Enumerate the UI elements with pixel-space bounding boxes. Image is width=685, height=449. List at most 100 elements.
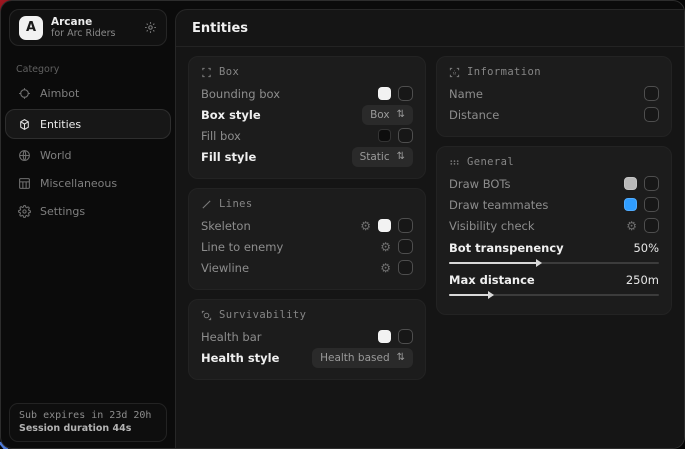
box-card: Box Bounding box Box style xyxy=(188,56,426,179)
fill-box-checkbox[interactable] xyxy=(398,128,413,143)
sidebar-item-settings[interactable]: Settings xyxy=(5,197,171,225)
setting-row-health-bar: Health bar xyxy=(201,326,413,347)
setting-label: Box style xyxy=(201,108,261,122)
sidebar-item-label: Settings xyxy=(40,205,85,218)
survivability-card: Survivability Health bar Health style xyxy=(188,299,426,380)
sidebar-nav: Aimbot Entities World xyxy=(1,79,175,225)
information-card: Information Name Distance xyxy=(436,56,672,137)
information-icon xyxy=(449,67,460,78)
viewline-checkbox[interactable] xyxy=(398,260,413,275)
setting-label: Line to enemy xyxy=(201,240,283,254)
updown-arrows-icon: ⇅ xyxy=(397,109,405,120)
sidebar-item-aimbot[interactable]: Aimbot xyxy=(5,79,171,107)
updown-arrows-icon: ⇅ xyxy=(397,352,405,363)
card-title: Information xyxy=(467,66,541,78)
setting-label: Skeleton xyxy=(201,219,251,233)
health-style-dropdown[interactable]: Health based ⇅ xyxy=(312,348,413,368)
setting-row-bounding-box: Bounding box xyxy=(201,83,413,104)
setting-label: Fill style xyxy=(201,150,256,164)
setting-row-line-to-enemy: Line to enemy ⚙ xyxy=(201,236,413,257)
color-swatch[interactable] xyxy=(624,177,637,190)
sidebar-item-label: Entities xyxy=(40,118,81,131)
draw-teammates-checkbox[interactable] xyxy=(644,197,659,212)
diagonal-line-icon xyxy=(201,199,212,210)
lines-card: Lines Skeleton ⚙ Line to enemy xyxy=(188,188,426,290)
setting-row-draw-teammates: Draw teammates xyxy=(449,194,659,215)
left-column: Box Bounding box Box style xyxy=(188,56,426,380)
setting-label: Bot transpenency xyxy=(449,241,564,255)
color-swatch[interactable] xyxy=(624,198,637,211)
setting-row-draw-bots: Draw BOTs xyxy=(449,173,659,194)
box-brackets-icon xyxy=(201,67,212,78)
crosshair-icon xyxy=(17,87,31,100)
setting-label: Health style xyxy=(201,351,279,365)
sub-expires-text: Sub expires in 23d 20h xyxy=(19,410,157,421)
card-title: Survivability xyxy=(219,309,306,321)
line-to-enemy-checkbox[interactable] xyxy=(398,239,413,254)
skeleton-checkbox[interactable] xyxy=(398,218,413,233)
sidebar-item-miscellaneous[interactable]: Miscellaneous xyxy=(5,169,171,197)
setting-label: Name xyxy=(449,87,483,101)
session-duration-text: Session duration 44s xyxy=(19,423,157,434)
setting-row-distance: Distance xyxy=(449,104,659,125)
gear-icon[interactable]: ⚙ xyxy=(380,262,391,274)
app-window: A Arcane for Arc Riders Category Aimbot xyxy=(0,0,685,449)
card-title: Lines xyxy=(219,198,253,210)
color-swatch[interactable] xyxy=(378,219,391,232)
setting-row-visibility-check: Visibility check ⚙ xyxy=(449,215,659,236)
slider-fill xyxy=(449,294,489,296)
gear-icon[interactable] xyxy=(144,21,157,34)
card-title: Box xyxy=(219,66,239,78)
bot-transparency-slider-block: Bot transpenency 50% xyxy=(449,239,659,264)
gear-icon xyxy=(17,205,31,218)
setting-label: Distance xyxy=(449,108,499,122)
setting-row-fill-box: Fill box xyxy=(201,125,413,146)
setting-row-fill-style: Fill style Static ⇅ xyxy=(201,146,413,167)
sidebar-item-world[interactable]: World xyxy=(5,141,171,169)
main-panel: Entities Box Bounding box xyxy=(175,9,684,448)
dropdown-value: Box xyxy=(370,109,390,121)
setting-row-skeleton: Skeleton ⚙ xyxy=(201,215,413,236)
subscription-info: Sub expires in 23d 20h Session duration … xyxy=(9,403,167,442)
right-column: Information Name Distance xyxy=(436,56,672,315)
setting-label: Draw BOTs xyxy=(449,177,511,191)
color-swatch[interactable] xyxy=(378,129,391,142)
max-distance-slider-block: Max distance 250m xyxy=(449,271,659,296)
screen: A Arcane for Arc Riders Category Aimbot xyxy=(0,0,685,449)
gear-icon[interactable]: ⚙ xyxy=(380,241,391,253)
sidebar-item-entities[interactable]: Entities xyxy=(5,109,171,139)
bounding-box-checkbox[interactable] xyxy=(398,86,413,101)
max-distance-value: 250m xyxy=(626,273,659,287)
slider-fill xyxy=(449,262,537,264)
dropdown-value: Health based xyxy=(320,352,390,364)
visibility-check-checkbox[interactable] xyxy=(644,218,659,233)
setting-label: Visibility check xyxy=(449,219,535,233)
name-checkbox[interactable] xyxy=(644,86,659,101)
setting-label: Max distance xyxy=(449,273,535,287)
sidebar-item-label: Aimbot xyxy=(40,87,79,100)
globe-icon xyxy=(17,149,31,162)
color-swatch[interactable] xyxy=(378,330,391,343)
survivability-icon xyxy=(201,310,212,321)
gear-icon[interactable]: ⚙ xyxy=(360,220,371,232)
bot-transparency-value: 50% xyxy=(633,241,659,255)
draw-bots-checkbox[interactable] xyxy=(644,176,659,191)
main-header: Entities xyxy=(176,10,684,47)
setting-row-box-style: Box style Box ⇅ xyxy=(201,104,413,125)
setting-row-health-style: Health style Health based ⇅ xyxy=(201,347,413,368)
general-card: General Draw BOTs Draw teammates xyxy=(436,146,672,315)
distance-checkbox[interactable] xyxy=(644,107,659,122)
app-subtitle: for Arc Riders xyxy=(51,28,136,39)
page-title: Entities xyxy=(192,21,668,36)
box-style-dropdown[interactable]: Box ⇅ xyxy=(362,105,413,125)
health-bar-checkbox[interactable] xyxy=(398,329,413,344)
cube-scan-icon xyxy=(17,118,31,131)
max-distance-slider[interactable] xyxy=(449,294,659,296)
bot-transparency-slider[interactable] xyxy=(449,262,659,264)
color-swatch[interactable] xyxy=(378,87,391,100)
dropdown-value: Static xyxy=(360,151,390,163)
setting-label: Bounding box xyxy=(201,87,280,101)
gear-icon[interactable]: ⚙ xyxy=(626,220,637,232)
content: Box Bounding box Box style xyxy=(176,47,684,389)
fill-style-dropdown[interactable]: Static ⇅ xyxy=(352,147,413,167)
